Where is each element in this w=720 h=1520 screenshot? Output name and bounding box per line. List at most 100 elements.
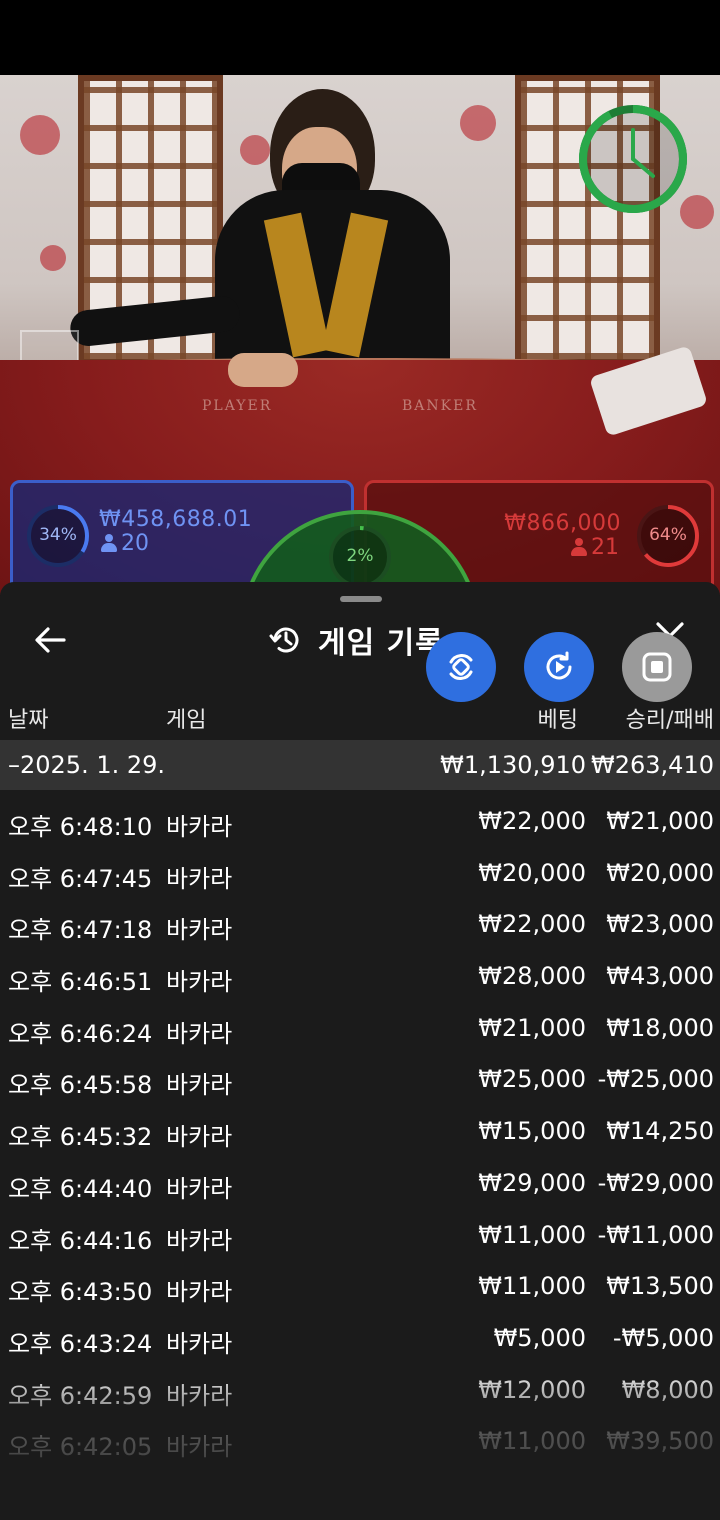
history-icon — [269, 627, 299, 653]
row-bet: ₩11,000 — [478, 1427, 586, 1456]
history-row[interactable]: 오후 6:44:40 바카라 ₩29,000 -₩29,000 — [0, 1156, 720, 1208]
history-list: 오후 6:48:10 바카라 ₩22,000 ₩21,000 오후 6:47:45 바카… — [0, 794, 720, 1466]
history-row[interactable]: 오후 6:48:10 바카라 ₩22,000 ₩21,000 — [0, 794, 720, 846]
drag-handle[interactable] — [340, 596, 382, 602]
date-group-header[interactable]: –2025. 1. 29. ₩1,130,910 ₩263,410 — [0, 740, 720, 790]
video-replay-button[interactable] — [524, 632, 594, 702]
row-result: -₩5,000 — [612, 1323, 714, 1352]
stop-button[interactable] — [622, 632, 692, 702]
row-result: -₩11,000 — [597, 1220, 714, 1249]
row-time: 오후 6:47:45 — [8, 864, 153, 893]
row-result: ₩8,000 — [621, 1375, 714, 1404]
history-row[interactable]: 오후 6:45:58 바카라 ₩25,000 -₩25,000 — [0, 1052, 720, 1104]
row-result: ₩21,000 — [606, 807, 714, 835]
game-history-sheet: 게임 기록 날짜 게임 베팅 승리/패배 –2025. 1. 29. ₩1,13… — [0, 582, 720, 1520]
row-time: 오후 6:43:24 — [8, 1329, 153, 1358]
row-game: 바카라 — [166, 1329, 233, 1358]
row-time: 오후 6:44:40 — [8, 1174, 153, 1203]
banker-bettor-count: 21 — [571, 535, 619, 560]
row-bet: ₩11,000 — [478, 1220, 586, 1249]
video-replay-icon — [546, 651, 572, 680]
row-time: 오후 6:45:32 — [8, 1123, 153, 1152]
row-time: 오후 6:45:58 — [8, 1071, 153, 1100]
person-icon — [101, 534, 117, 552]
row-time: 오후 6:42:05 — [8, 1433, 153, 1462]
person-icon — [571, 538, 587, 556]
row-game: 바카라 — [166, 813, 233, 841]
rotate-sync-button[interactable] — [426, 632, 496, 702]
countdown-clock-icon — [579, 105, 687, 213]
row-game: 바카라 — [166, 968, 233, 997]
row-game: 바카라 — [166, 1433, 233, 1462]
row-game: 바카라 — [166, 1226, 233, 1255]
table-player-label: PLAYER — [202, 398, 273, 414]
column-bet[interactable]: 베팅 — [538, 702, 578, 734]
row-time: 오후 6:42:59 — [8, 1381, 153, 1410]
history-row[interactable]: 오후 6:46:51 바카라 ₩28,000 ₩43,000 — [0, 949, 720, 1001]
group-date: –2025. 1. 29. — [8, 751, 166, 779]
row-bet: ₩20,000 — [478, 858, 586, 887]
rotate-sync-icon — [449, 654, 473, 680]
row-game: 바카라 — [166, 1174, 233, 1203]
row-game: 바카라 — [166, 916, 233, 945]
row-game: 바카라 — [166, 1381, 233, 1410]
column-game[interactable]: 게임 — [166, 702, 206, 734]
history-row[interactable]: 오후 6:43:50 바카라 ₩11,000 ₩13,500 — [0, 1259, 720, 1311]
row-time: 오후 6:43:50 — [8, 1278, 153, 1307]
stop-icon — [642, 652, 672, 682]
history-row[interactable]: 오후 6:47:18 바카라 ₩22,000 ₩23,000 — [0, 897, 720, 949]
banker-total-bet: ₩866,000 — [504, 511, 621, 536]
column-date[interactable]: 날짜 — [8, 702, 48, 734]
row-bet: ₩29,000 — [478, 1168, 586, 1197]
history-row[interactable]: 오후 6:45:32 바카라 ₩15,000 ₩14,250 — [0, 1104, 720, 1156]
row-result: ₩39,500 — [606, 1427, 714, 1456]
row-bet: ₩11,000 — [478, 1272, 586, 1301]
history-row[interactable]: 오후 6:44:16 바카라 ₩11,000 -₩11,000 — [0, 1208, 720, 1260]
sheet-title: 게임 기록 — [318, 626, 444, 661]
row-bet: ₩21,000 — [478, 1013, 586, 1042]
table-banker-label: BANKER — [402, 398, 478, 414]
player-percent: 34% — [39, 525, 77, 545]
history-row[interactable]: 오후 6:43:24 바카라 ₩5,000 -₩5,000 — [0, 1311, 720, 1363]
row-game: 바카라 — [166, 1071, 233, 1100]
row-result: ₩23,000 — [606, 910, 714, 939]
tie-percent: 2% — [346, 546, 374, 566]
row-result: ₩14,250 — [606, 1117, 714, 1146]
row-result: -₩25,000 — [597, 1065, 714, 1094]
row-result: ₩20,000 — [606, 858, 714, 887]
row-result: ₩18,000 — [606, 1013, 714, 1042]
row-time: 오후 6:46:24 — [8, 1019, 153, 1048]
row-bet: ₩22,000 — [478, 910, 586, 939]
row-bet: ₩15,000 — [478, 1117, 586, 1146]
row-bet: ₩5,000 — [493, 1323, 586, 1352]
row-time: 오후 6:48:10 — [8, 813, 153, 841]
row-bet: ₩22,000 — [478, 807, 586, 835]
group-total-bet: ₩1,130,910 — [440, 751, 586, 779]
history-row[interactable]: 오후 6:42:59 바카라 ₩12,000 ₩8,000 — [0, 1363, 720, 1415]
row-result: ₩43,000 — [606, 962, 714, 991]
row-bet: ₩12,000 — [478, 1375, 586, 1404]
history-row[interactable]: 오후 6:42:05 바카라 ₩11,000 ₩39,500 — [0, 1414, 720, 1466]
arrow-left-icon[interactable] — [30, 620, 70, 660]
row-game: 바카라 — [166, 864, 233, 893]
row-time: 오후 6:46:51 — [8, 968, 153, 997]
status-bar — [0, 0, 720, 75]
group-total-win-loss: ₩263,410 — [591, 751, 714, 779]
row-game: 바카라 — [166, 1019, 233, 1048]
sheet-header: 게임 기록 — [268, 620, 444, 661]
dealer-hand — [228, 353, 298, 387]
row-result: -₩29,000 — [597, 1168, 714, 1197]
player-total-bet: ₩458,688.01 — [99, 507, 253, 532]
history-row[interactable]: 오후 6:47:45 바카라 ₩20,000 ₩20,000 — [0, 846, 720, 898]
banker-percent: 64% — [649, 525, 687, 545]
row-time: 오후 6:44:16 — [8, 1226, 153, 1255]
row-bet: ₩25,000 — [478, 1065, 586, 1094]
row-game: 바카라 — [166, 1123, 233, 1152]
row-time: 오후 6:47:18 — [8, 916, 153, 945]
history-row[interactable]: 오후 6:46:24 바카라 ₩21,000 ₩18,000 — [0, 1001, 720, 1053]
column-header: 날짜 게임 베팅 승리/패배 — [0, 698, 720, 738]
player-bettor-count: 20 — [101, 531, 149, 556]
column-win-loss[interactable]: 승리/패배 — [626, 702, 714, 734]
row-bet: ₩28,000 — [478, 962, 586, 991]
row-game: 바카라 — [166, 1278, 233, 1307]
